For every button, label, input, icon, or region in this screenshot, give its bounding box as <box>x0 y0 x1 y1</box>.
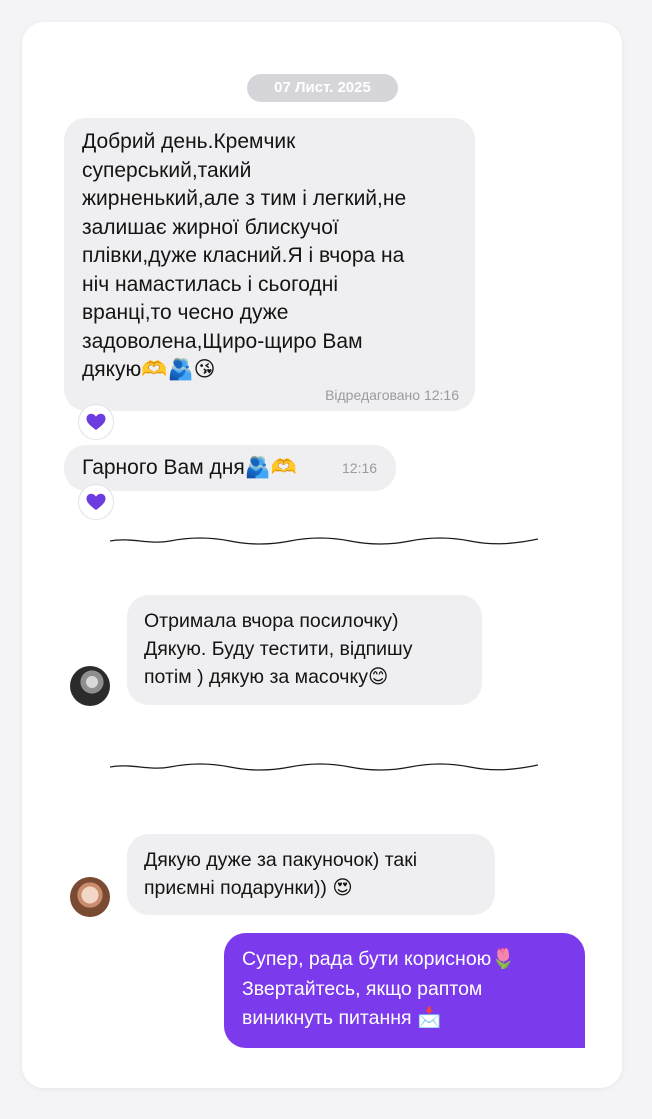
message-timestamp: 12:16 <box>342 460 378 476</box>
purple-heart-icon <box>86 493 106 510</box>
message-text: Дякую дуже за пакуночок) такі приємні по… <box>144 846 479 902</box>
reaction-badge[interactable] <box>79 485 113 519</box>
message-line: задоволена,Щиро-щиро Вам <box>82 329 363 353</box>
message-line: жирненький,але з тим і легкий,не <box>82 187 407 210</box>
message-timestamp: Відредаговано 12:16 <box>325 387 459 403</box>
message-line: ніч намастилась і сьогодні <box>82 272 339 296</box>
wavy-divider <box>110 763 538 771</box>
date-separator: 07 Лист. 2025 <box>247 74 398 102</box>
avatar[interactable] <box>70 877 110 917</box>
message-line: потім ) дякую за масочку😊 <box>144 666 389 688</box>
message-line: залишає жирної блискучої <box>82 215 339 239</box>
message-line: Дякую дуже за пакуночок) такі <box>144 849 418 871</box>
message-text: Гарного Вам дня🫂🫶 <box>82 445 380 491</box>
message-line: плівки,дуже класний.Я і вчора на <box>82 244 405 267</box>
message-line: виникнуть питання 📩 <box>242 1007 442 1029</box>
reaction-badge[interactable] <box>79 405 113 439</box>
message-line: дякую🫶🫂😘 <box>82 358 216 381</box>
message-line: суперський,такий <box>82 158 252 182</box>
message-line: Отримала вчора посилочку) <box>144 610 399 632</box>
message-line: Добрий день.Кремчик <box>82 130 296 153</box>
message-line: Супер, рада бути корисною🌷 <box>242 948 516 970</box>
avatar[interactable] <box>70 666 110 706</box>
message-bubble-2[interactable]: Гарного Вам дня🫂🫶 12:16 <box>64 445 396 491</box>
message-line: Звертайтесь, якщо раптом <box>242 977 483 1000</box>
purple-heart-icon <box>86 413 106 430</box>
message-text: Отримала вчора посилочку) Дякую. Буду те… <box>144 607 466 691</box>
message-line: вранці,то чесно дуже <box>82 301 289 324</box>
message-bubble-1[interactable]: Добрий день.Кремчик суперський,такий жир… <box>64 118 475 411</box>
message-text: Добрий день.Кремчик суперський,такий жир… <box>82 128 459 385</box>
message-bubble-3[interactable]: Отримала вчора посилочку) Дякую. Буду те… <box>127 595 482 705</box>
message-line: Дякую. Буду тестити, відпишу <box>144 638 413 660</box>
wavy-divider <box>110 537 538 545</box>
message-line: приємні подарунки)) 😍 <box>144 877 353 899</box>
message-line: Гарного Вам дня🫂🫶 <box>82 456 298 479</box>
message-bubble-4[interactable]: Дякую дуже за пакуночок) такі приємні по… <box>127 834 495 915</box>
outgoing-message-bubble[interactable]: Супер, рада бути корисною🌷 Звертайтесь, … <box>224 933 585 1048</box>
